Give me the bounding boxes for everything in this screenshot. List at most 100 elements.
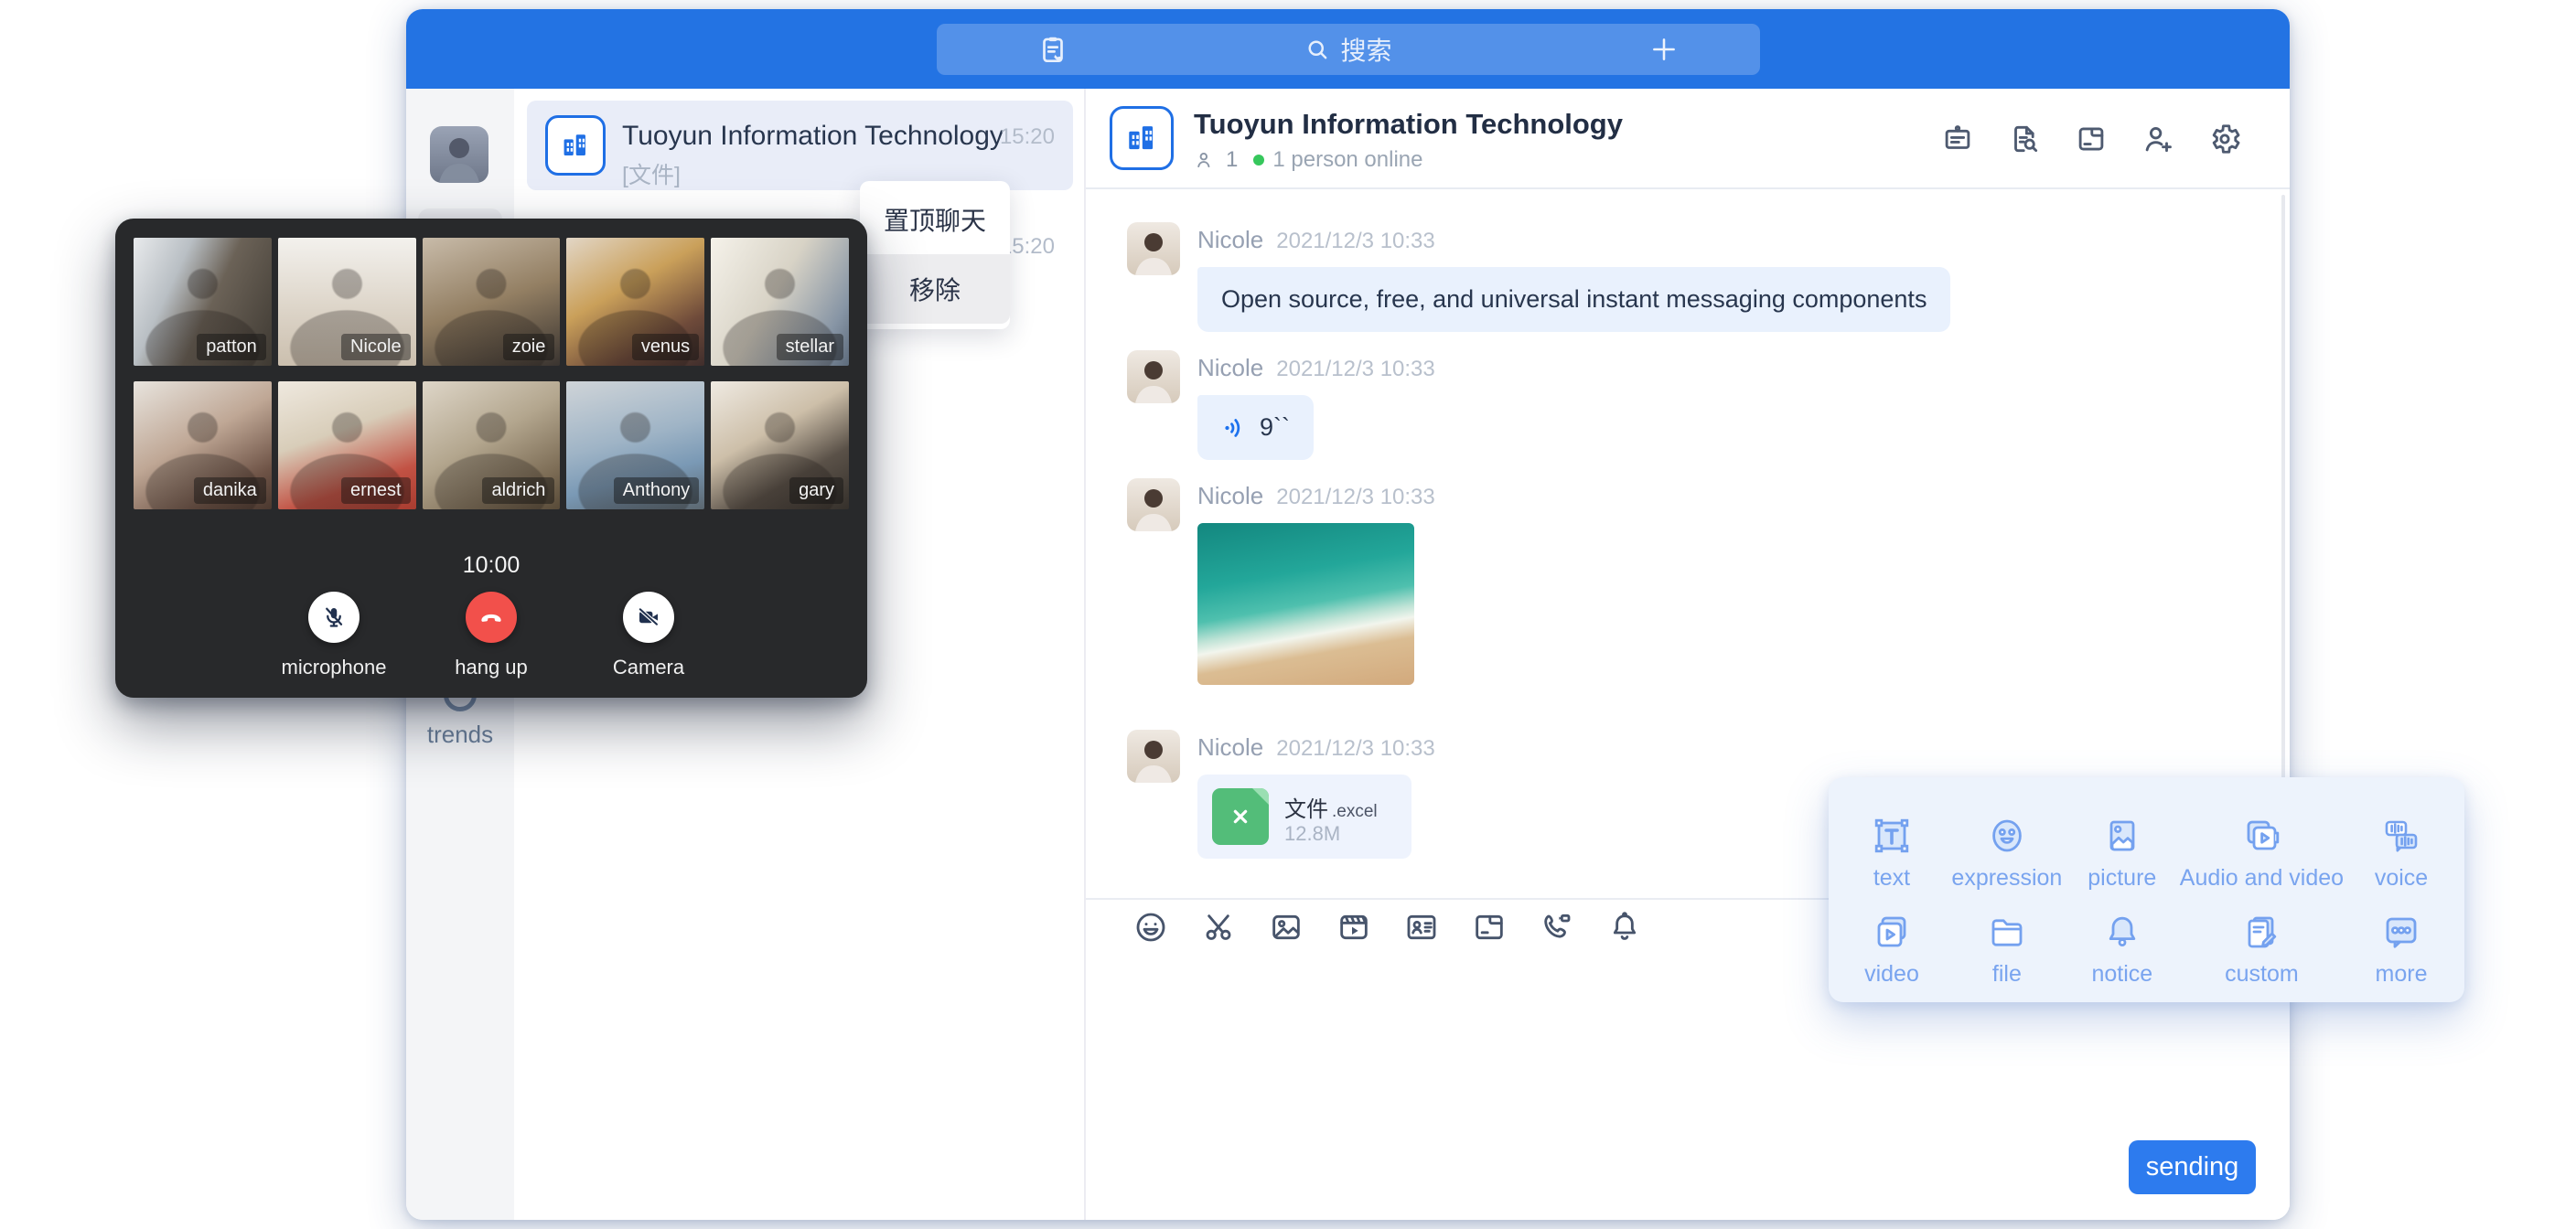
file-size: 12.8M [1284,822,1340,846]
sender-name: Nicole [1197,482,1263,510]
panel-item-voice[interactable]: voice [2344,796,2459,892]
message-type-panel: text expression picture [1829,777,2464,1002]
voice-bubble[interactable]: 9`` [1197,395,1314,460]
send-button[interactable]: sending [2129,1140,2256,1194]
call-timer: 10:00 [115,552,867,579]
picture-icon[interactable] [1267,908,1305,946]
contact-card-icon[interactable] [1402,908,1441,946]
online-status: 1 person online [1272,147,1422,173]
participant-tile: gary [711,381,849,509]
expression-icon [1985,814,2029,858]
sender-avatar[interactable] [1127,730,1180,783]
microphone-label: microphone [282,656,387,679]
microphone-button[interactable]: microphone [284,592,384,679]
voice-duration: 9`` [1260,413,1290,442]
panel-item-text[interactable]: text [1834,796,1949,892]
add-member-icon[interactable] [2141,122,2175,156]
video-call-icon[interactable] [1538,908,1576,946]
participant-tile: aldrich [423,381,561,509]
file-message-card[interactable]: 文件.excel 12.8M [1197,775,1411,859]
conversation-title: Tuoyun Information Technology [622,121,1004,152]
panel-item-notice[interactable]: notice [2065,892,2180,988]
participant-tile: stellar [711,238,849,366]
settings-icon[interactable] [2207,122,2242,156]
files-icon[interactable] [2074,122,2109,156]
file-ext: .excel [1332,802,1378,821]
text-bubble[interactable]: Open source, free, and universal instant… [1197,267,1950,332]
panel-item-video[interactable]: video [1834,892,1949,988]
participant-name: aldrich [482,477,554,504]
chat-subtitle: 1 1 person online [1194,147,1422,173]
hang-up-label: hang up [455,656,528,679]
voice-wave-icon [1221,414,1247,442]
group-building-icon [1110,106,1174,170]
search-placeholder: 搜索 [1340,31,1391,68]
hang-up-icon [466,592,517,643]
participant-name: zoie [503,334,555,360]
file-icon[interactable] [1470,908,1508,946]
participant-tile: zoie [423,238,561,366]
message-text: Nicole 2021/12/3 10:33 Open source, free… [1127,222,1950,332]
panel-item-expression[interactable]: expression [1949,796,2065,892]
call-controls: microphone hang up [115,592,867,679]
panel-item-audio-video[interactable]: Audio and video [2180,796,2344,892]
participant-name: Nicole [341,334,411,360]
search-field[interactable]: 搜索 [937,24,1760,75]
participant-grid: patton Nicole zoie venus stellar danika … [134,238,849,509]
top-bar: 搜索 [406,9,2290,89]
panel-item-custom[interactable]: custom [2180,892,2344,988]
scrollbar[interactable] [2281,195,2285,871]
chat-history-search-icon[interactable] [2007,122,2042,156]
menu-item-pin-chat[interactable]: 置顶聊天 [860,185,1010,254]
members-icon [1194,148,1218,172]
hang-up-button[interactable]: hang up [441,592,542,679]
message-voice: Nicole 2021/12/3 10:33 9`` [1127,350,1435,460]
text-icon [1870,814,1914,858]
user-avatar[interactable] [430,126,488,183]
sender-name: Nicole [1197,733,1263,762]
participant-tile: patton [134,238,272,366]
video-icon[interactable] [1335,908,1373,946]
conversation-item[interactable]: Tuoyun Information Technology [文件] 15:20 [527,101,1073,190]
participant-name: gary [789,477,843,504]
file-name: 文件 [1284,797,1328,822]
participant-name: ernest [341,477,411,504]
sender-name: Nicole [1197,226,1263,254]
panel-item-file[interactable]: file [1949,892,2065,988]
participant-name: danika [194,477,266,504]
panel-item-picture[interactable]: picture [2065,796,2180,892]
participant-tile: venus [566,238,704,366]
sender-avatar[interactable] [1127,350,1180,403]
message-timestamp: 2021/12/3 10:33 [1276,229,1435,254]
emoji-icon[interactable] [1132,908,1170,946]
picture-panel-icon [2100,814,2144,858]
microphone-off-icon [308,592,360,643]
menu-item-remove[interactable]: 移除 [860,254,1010,324]
sender-avatar[interactable] [1127,478,1180,531]
participant-tile: Nicole [278,238,416,366]
voice-panel-icon [2379,814,2423,858]
notification-icon[interactable] [1605,908,1644,946]
participant-name: patton [197,334,266,360]
search-icon [1304,36,1331,63]
screenshot-icon[interactable] [1199,908,1238,946]
add-icon[interactable] [1648,34,1680,65]
video-call-window: patton Nicole zoie venus stellar danika … [115,219,867,698]
video-panel-icon [1870,910,1914,954]
camera-button[interactable]: Camera [598,592,699,679]
announcement-icon[interactable] [1940,122,1975,156]
search-bar[interactable]: 搜索 [937,24,1760,75]
participant-name: Anthony [614,477,699,504]
chat-main: Tuoyun Information Technology 1 1 person… [1086,89,2290,1220]
sender-avatar[interactable] [1127,222,1180,275]
beach-photo-message[interactable] [1197,523,1414,685]
chat-title: Tuoyun Information Technology [1194,108,1623,141]
message-timestamp: 2021/12/3 10:33 [1276,357,1435,382]
participant-name: stellar [777,334,843,360]
panel-item-more[interactable]: more [2344,892,2459,988]
message-timestamp: 2021/12/3 10:33 [1276,485,1435,510]
conversation-context-menu: 置顶聊天 移除 [860,181,1010,329]
group-building-icon [545,115,606,176]
message-file: Nicole 2021/12/3 10:33 文件. [1127,730,1435,859]
message-image: Nicole 2021/12/3 10:33 [1127,478,1435,685]
